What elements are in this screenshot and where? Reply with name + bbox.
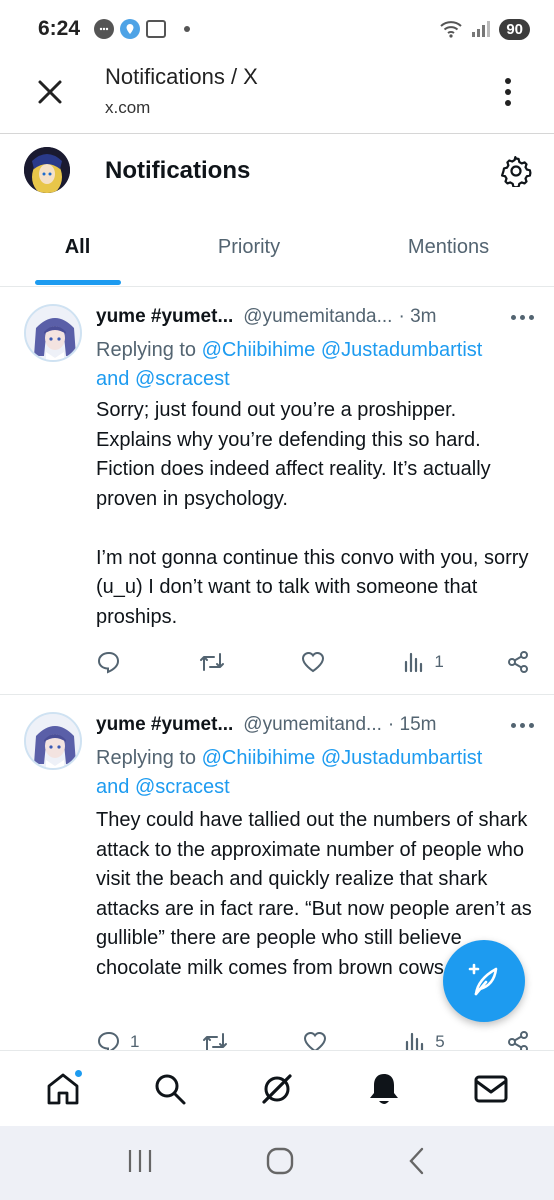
home-unread-badge (74, 1068, 84, 1078)
status-notification-icons (94, 19, 191, 39)
location-notification-icon (120, 19, 141, 39)
views-button[interactable]: 1 (402, 650, 444, 674)
compose-icon (468, 963, 498, 996)
back-icon (409, 1147, 424, 1174)
mention-link[interactable]: @Justadumbartist (321, 339, 482, 361)
tweet-author-name[interactable]: yume #yumet... (96, 714, 233, 736)
tweet-1[interactable]: yume #yumet... @yumemitanda... · 3m Repl… (0, 288, 554, 695)
status-time: 6:24 (38, 17, 81, 40)
close-button[interactable] (32, 74, 68, 110)
system-navigation-bar (0, 1126, 554, 1200)
back-button[interactable] (405, 1146, 429, 1181)
reply-prefix: Replying to (96, 339, 202, 361)
page-title: Notifications (105, 157, 251, 184)
browser-page-title: Notifications / X (105, 64, 258, 89)
home-system-button[interactable] (265, 1146, 295, 1181)
mention-link[interactable]: @scracest (135, 776, 230, 798)
close-icon (38, 80, 62, 104)
mention-link[interactable]: @scracest (135, 368, 230, 390)
bottom-navigation (0, 1050, 554, 1126)
tab-all-label: All (64, 235, 91, 258)
reply-count: 1 (130, 1032, 140, 1051)
reply-button[interactable] (96, 650, 136, 674)
status-bar: 6:24 90 (0, 0, 554, 58)
tweet-text: Sorry; just found out you’re a proshippe… (96, 399, 529, 628)
mention-link[interactable]: @Justadumbartist (321, 747, 482, 769)
mention-link[interactable]: @Chiibihime (202, 339, 316, 361)
profile-avatar[interactable] (24, 147, 70, 193)
retweet-icon (200, 653, 225, 671)
views-icon (405, 652, 423, 673)
nav-search[interactable] (148, 1067, 192, 1111)
message-notification-icon (94, 19, 115, 39)
home-circle-icon (266, 1147, 294, 1174)
share-button[interactable] (506, 650, 530, 674)
status-right: 90 (439, 18, 530, 40)
reply-context: Replying to @Chiibihime @Justadumbartist… (96, 744, 532, 802)
tab-priority[interactable]: Priority (155, 210, 343, 284)
notification-tabs: All Priority Mentions (0, 210, 554, 287)
tweet-author-handle[interactable]: @yumemitand... (243, 714, 382, 736)
active-tab-indicator (34, 280, 121, 285)
tweet-author-handle[interactable]: @yumemitanda... (243, 306, 392, 328)
tab-mentions[interactable]: Mentions (343, 210, 554, 284)
tweet-author-avatar[interactable] (24, 304, 82, 362)
more-notifications-dot-icon (184, 26, 191, 32)
retweet-button[interactable] (198, 650, 238, 674)
tweet-actions: 1 (96, 646, 530, 678)
gear-icon (501, 156, 532, 189)
more-vertical-icon (505, 78, 511, 84)
wifi-icon (440, 21, 462, 38)
battery-indicator: 90 (499, 18, 530, 40)
grok-icon (262, 1073, 292, 1104)
recent-apps-button[interactable] (125, 1148, 155, 1179)
notifications-header: Notifications (0, 135, 554, 210)
reply-and: and (96, 776, 135, 798)
tweet-author-avatar[interactable] (24, 712, 82, 770)
tab-mentions-label: Mentions (407, 235, 490, 258)
browser-menu-button[interactable] (496, 74, 520, 110)
signal-icon (472, 21, 491, 37)
reply-prefix: Replying to (96, 747, 202, 769)
nav-notifications[interactable] (362, 1067, 406, 1111)
compose-button[interactable] (443, 940, 525, 1022)
mail-icon (474, 1075, 508, 1102)
search-icon (155, 1074, 186, 1104)
calendar-notification-icon (146, 20, 167, 38)
views-count: 1 (434, 652, 444, 671)
tweet-more-button[interactable] (511, 722, 534, 728)
recent-apps-icon (128, 1149, 152, 1172)
more-horizontal-icon (511, 722, 516, 728)
tweet-timestamp[interactable]: · 3m (398, 306, 436, 328)
bell-icon (369, 1073, 398, 1104)
nav-messages[interactable] (469, 1067, 513, 1111)
share-icon (507, 651, 528, 673)
tweet-author-name[interactable]: yume #yumet... (96, 306, 233, 328)
tweet-header: yume #yumet... @yumemitand... · 15m (96, 714, 534, 736)
heart-icon (302, 651, 325, 673)
more-horizontal-icon (511, 314, 516, 320)
tweet-header: yume #yumet... @yumemitanda... · 3m (96, 306, 534, 328)
nav-home[interactable] (41, 1067, 85, 1111)
nav-grok[interactable] (255, 1067, 299, 1111)
browser-header: Notifications / X x.com (0, 58, 554, 134)
views-count: 5 (435, 1032, 445, 1051)
reply-and: and (96, 368, 135, 390)
reply-icon (97, 651, 120, 674)
like-button[interactable] (300, 650, 340, 674)
settings-button[interactable] (500, 155, 532, 189)
tab-all[interactable]: All (0, 210, 155, 285)
tweet-timestamp[interactable]: · 15m (388, 714, 437, 736)
reply-context: Replying to @Chiibihime @Justadumbartist… (96, 336, 532, 394)
mention-link[interactable]: @Chiibihime (202, 747, 316, 769)
tab-priority-label: Priority (217, 235, 281, 258)
tweet-more-button[interactable] (511, 314, 534, 320)
browser-url: x.com (105, 98, 151, 117)
